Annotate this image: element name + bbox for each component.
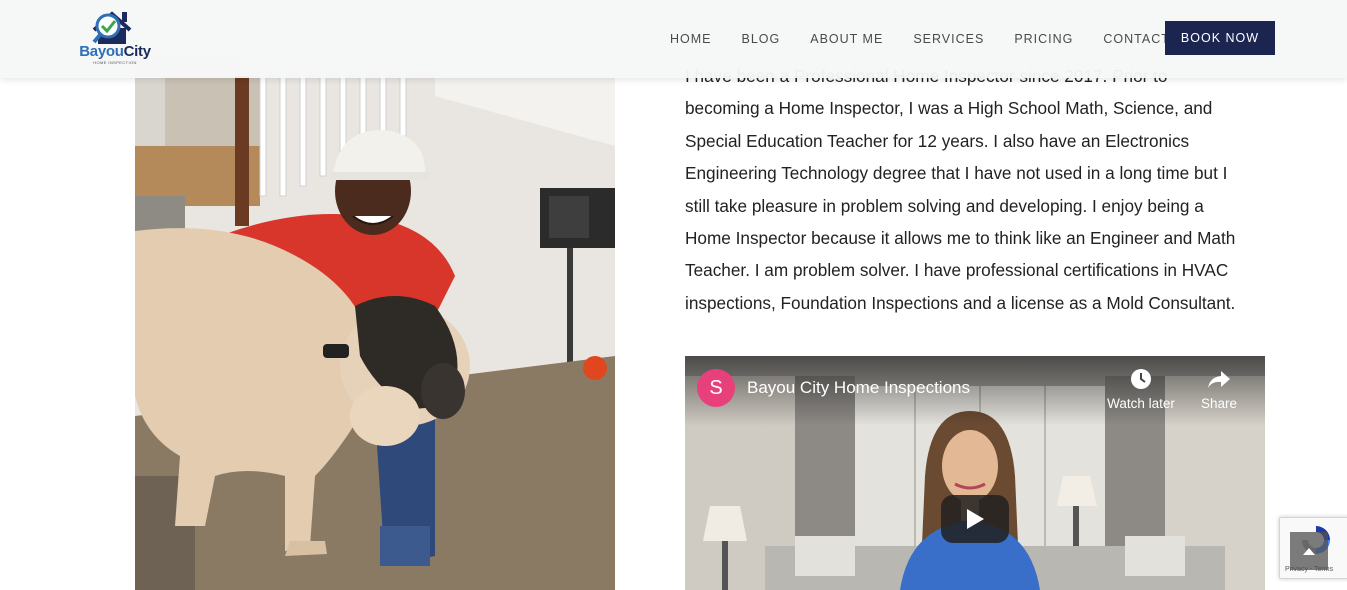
nav-home[interactable]: HOME <box>670 32 712 46</box>
watch-later-label: Watch later <box>1107 396 1175 411</box>
play-button[interactable] <box>941 495 1009 543</box>
nav-pricing[interactable]: PRICING <box>1014 32 1073 46</box>
back-to-top-button[interactable] <box>1290 532 1328 570</box>
nav-blog[interactable]: BLOG <box>742 32 781 46</box>
bio-line: becoming a Home Inspector, I was a High … <box>685 98 1213 119</box>
nav-contact[interactable]: CONTACT <box>1103 32 1170 46</box>
logo-tagline: HOME INSPECTION <box>93 60 137 65</box>
site-header: BayouCity HOME INSPECTION HOME BLOG ABOU… <box>0 0 1347 78</box>
profile-photo <box>135 56 615 590</box>
bio-line: Special Education Teacher for 12 years. … <box>685 130 1190 151</box>
main-nav: HOME BLOG ABOUT ME SERVICES PRICING CONT… <box>655 0 1185 78</box>
channel-avatar[interactable]: S <box>697 369 735 407</box>
video-title[interactable]: Bayou City Home Inspections <box>747 378 970 398</box>
book-now-button[interactable]: BOOK NOW <box>1165 21 1275 55</box>
caret-up-icon <box>1303 548 1315 555</box>
clock-icon <box>1131 369 1151 389</box>
site-logo[interactable]: BayouCity HOME INSPECTION <box>74 8 156 68</box>
watch-later-button[interactable]: Watch later <box>1103 368 1179 411</box>
bio-line: Home Inspector because it allows me to t… <box>685 228 1236 249</box>
share-arrow-icon <box>1208 371 1230 388</box>
bio-line: inspections, Foundation Inspections and … <box>685 292 1236 313</box>
play-icon <box>967 509 984 529</box>
nav-about-me[interactable]: ABOUT ME <box>810 32 883 46</box>
bio-line: still take pleasure in problem solving a… <box>685 195 1204 216</box>
share-label: Share <box>1200 396 1238 411</box>
bio-line: Engineering Technology degree that I hav… <box>685 163 1228 184</box>
bio-text: I have been a Professional Home Inspecto… <box>685 60 1275 319</box>
house-check-icon <box>92 11 132 44</box>
bio-line: Teacher. I am problem solver. I have pro… <box>685 260 1229 281</box>
logo-wordmark: BayouCity <box>79 43 151 60</box>
youtube-video-embed[interactable]: S Bayou City Home Inspections Watch late… <box>685 356 1265 590</box>
nav-services[interactable]: SERVICES <box>913 32 984 46</box>
share-button[interactable]: Share <box>1195 368 1243 411</box>
